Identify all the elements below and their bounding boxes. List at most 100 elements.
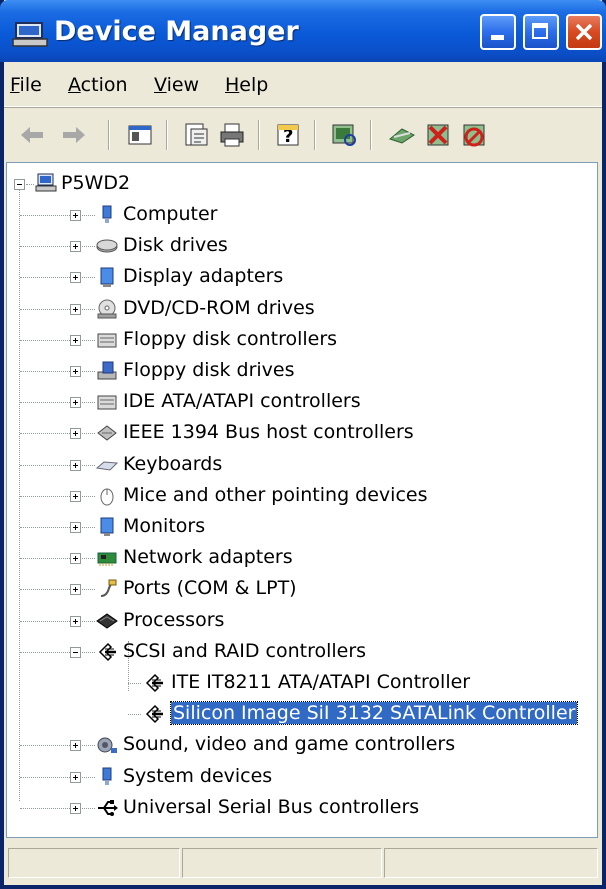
tree-category-item[interactable]: IDE ATA/ATAPI controllers: [7, 388, 597, 416]
status-pane: [384, 848, 598, 878]
uninstall-icon[interactable]: [424, 121, 452, 149]
forward-icon[interactable]: [60, 121, 88, 149]
tree-guide-line: [82, 651, 95, 653]
tree-category-item[interactable]: Floppy disk drives: [7, 357, 597, 385]
tree-category-item[interactable]: SCSI and RAID controllers: [7, 638, 597, 666]
computer-icon: [35, 173, 57, 192]
tree-guide-line: [82, 339, 95, 341]
expand-icon[interactable]: [70, 522, 81, 533]
tree-guide-line: [82, 495, 95, 497]
tree-item-label: Sound, video and game controllers: [123, 733, 456, 756]
tree-child-item[interactable]: Silicon Image SiI 3132 SATALink Controll…: [7, 700, 597, 728]
expand-icon[interactable]: [70, 366, 81, 377]
scan-hardware-icon[interactable]: [330, 121, 358, 149]
tree-guide-line: [20, 558, 70, 560]
tree-category-item[interactable]: Disk drives: [7, 232, 597, 260]
tree-guide-line: [82, 371, 95, 372]
menu-action[interactable]: Action: [68, 74, 128, 96]
title-bar[interactable]: Device Manager: [0, 0, 606, 62]
status-bar: [4, 842, 602, 885]
expand-icon[interactable]: [70, 272, 81, 284]
minimize-button[interactable]: [480, 14, 516, 50]
tree-category-item[interactable]: Processors: [7, 607, 597, 635]
tree-item-label: Processors: [123, 608, 225, 631]
menu-view[interactable]: View: [154, 74, 199, 96]
keyboard-icon: [96, 461, 118, 471]
expand-icon[interactable]: [70, 771, 81, 783]
device-tree[interactable]: P5WD2 Computer Disk drives Display adapter…: [6, 162, 598, 838]
expand-icon[interactable]: [70, 490, 81, 502]
toolbar-separator: [108, 120, 110, 150]
expand-icon[interactable]: [70, 615, 81, 627]
network-adapter-icon: [97, 552, 117, 567]
expand-icon[interactable]: [70, 428, 81, 440]
tree-item-label: System devices: [123, 764, 273, 787]
expand-icon[interactable]: [70, 397, 81, 409]
scsi-device-icon: [145, 705, 163, 724]
tree-guide-line: [82, 215, 95, 216]
sound-icon: [97, 737, 117, 754]
collapse-icon[interactable]: [14, 179, 25, 190]
tree-item-label: Ports (COM & LPT): [123, 577, 297, 600]
help-icon[interactable]: ?: [274, 121, 302, 149]
expand-icon[interactable]: [70, 459, 81, 471]
menu-help[interactable]: Help: [225, 74, 268, 96]
tree-category-item[interactable]: Network adapters: [7, 544, 597, 572]
scsi-device-icon: [145, 673, 163, 693]
tree-category-item[interactable]: Computer: [7, 201, 597, 229]
expand-icon[interactable]: [70, 553, 81, 565]
tree-guide-line: [82, 527, 95, 528]
tree-guide-line: [82, 776, 95, 778]
disk-drive-icon: [96, 239, 118, 253]
show-hide-console-tree-icon[interactable]: [126, 121, 154, 149]
collapse-icon[interactable]: [70, 646, 81, 658]
tree-category-item[interactable]: DVD/CD-ROM drives: [7, 295, 597, 323]
tree-guide-line: [20, 402, 70, 404]
tree-category-item[interactable]: Universal Serial Bus controllers: [7, 794, 597, 822]
toolbar-separator: [314, 120, 316, 150]
expand-icon[interactable]: [70, 802, 81, 814]
tree-item-label: SCSI and RAID controllers: [123, 639, 367, 662]
toolbar: ?: [4, 107, 602, 160]
disable-icon[interactable]: [460, 121, 488, 149]
scsi-icon: [98, 642, 116, 661]
expand-icon[interactable]: [70, 334, 81, 346]
tree-guide-line: [82, 433, 95, 435]
device-manager-icon: [12, 22, 48, 47]
tree-item-label: Floppy disk controllers: [123, 327, 338, 350]
tree-category-item[interactable]: System devices: [7, 763, 597, 791]
tree-guide-line: [128, 714, 141, 716]
properties-icon[interactable]: [182, 121, 210, 149]
expand-icon[interactable]: [70, 740, 81, 752]
tree-child-item[interactable]: ITE IT8211 ATA/ATAPI Controller: [7, 669, 597, 697]
close-icon: [575, 23, 593, 41]
tree-item-label: Mice and other pointing devices: [123, 483, 428, 506]
tree-category-item[interactable]: Ports (COM & LPT): [7, 575, 597, 603]
expand-icon[interactable]: [70, 210, 81, 221]
tree-category-item[interactable]: Display adapters: [7, 263, 597, 291]
tree-category-item[interactable]: Sound, video and game controllers: [7, 731, 597, 759]
expand-icon[interactable]: [70, 241, 81, 253]
print-icon[interactable]: [218, 121, 246, 149]
tree-item-label: Display adapters: [123, 265, 284, 288]
expand-icon[interactable]: [70, 584, 81, 596]
tree-category-item[interactable]: Keyboards: [7, 451, 597, 479]
tree-root[interactable]: P5WD2: [7, 170, 307, 198]
tree-category-item[interactable]: Monitors: [7, 513, 597, 541]
tree-guide-line: [82, 464, 95, 466]
menu-file[interactable]: File: [10, 74, 42, 96]
window-title: Device Manager: [54, 16, 299, 47]
tree-guide-line: [26, 184, 34, 185]
tree-category-item[interactable]: Mice and other pointing devices: [7, 482, 597, 510]
expand-icon[interactable]: [70, 303, 81, 315]
back-icon[interactable]: [18, 121, 46, 149]
tree-category-item[interactable]: IEEE 1394 Bus host controllers: [7, 419, 597, 447]
tree-category-item[interactable]: Floppy disk controllers: [7, 326, 597, 354]
maximize-button[interactable]: [523, 14, 559, 50]
tree-item-label: Disk drives: [123, 234, 228, 257]
toolbar-separator: [370, 120, 372, 150]
update-driver-icon[interactable]: [388, 121, 416, 149]
close-button[interactable]: [566, 14, 602, 50]
tree-guide-line: [20, 339, 70, 341]
cdrom-icon: [97, 299, 117, 319]
